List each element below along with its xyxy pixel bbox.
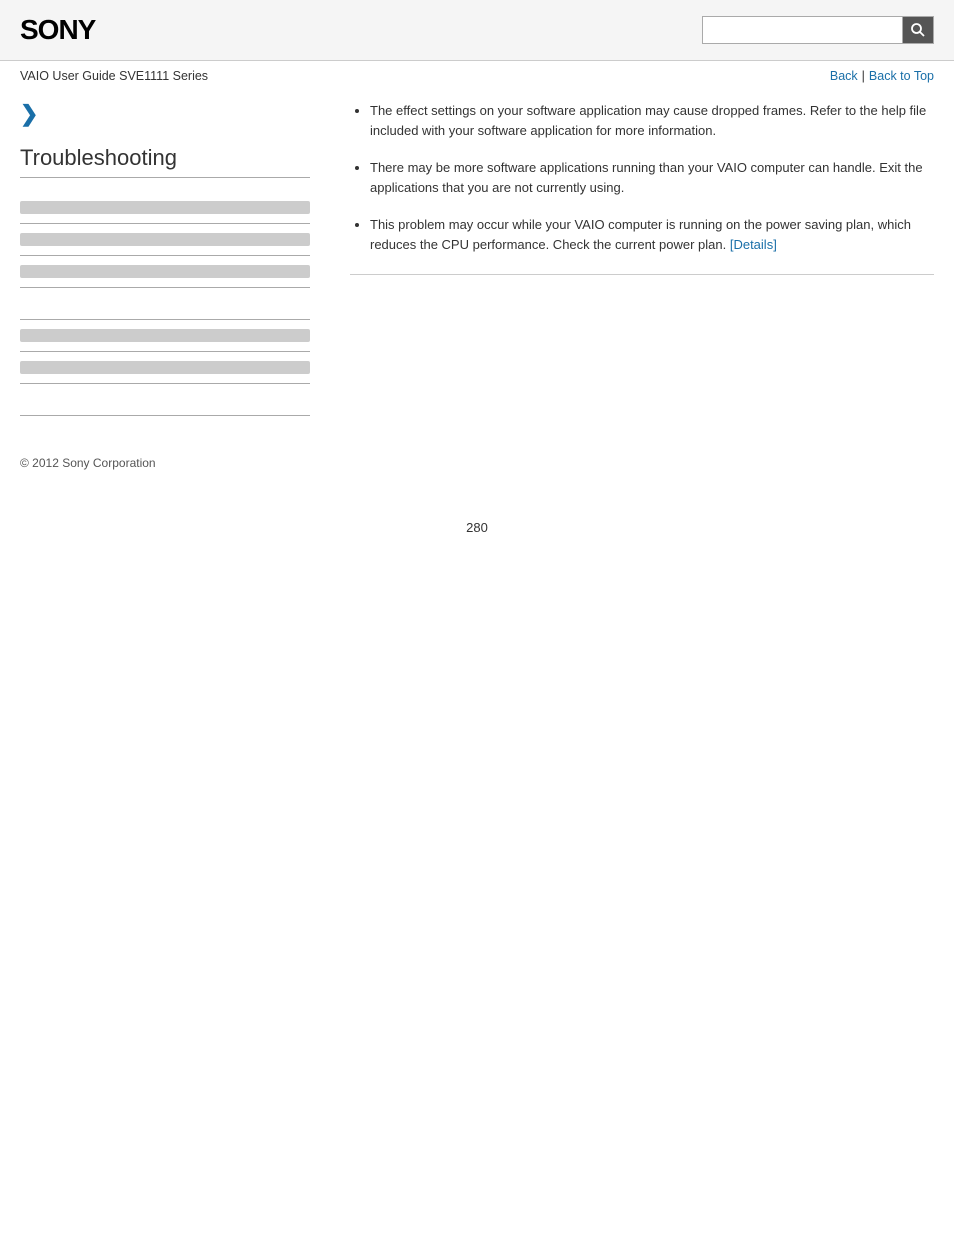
sidebar-link-placeholder [20,265,310,278]
nav-bar: VAIO User Guide SVE1111 Series Back | Ba… [0,61,954,91]
nav-right: Back | Back to Top [830,69,934,83]
details-link[interactable]: [Details] [730,237,777,252]
sony-logo: SONY [20,14,95,46]
list-item: The effect settings on your software app… [370,101,934,140]
header: SONY [0,0,954,61]
back-link[interactable]: Back [830,69,858,83]
content-divider [350,274,934,275]
search-input[interactable] [702,16,902,44]
list-item [20,384,310,416]
page-number: 280 [0,520,954,555]
chevron-icon: ❯ [20,101,310,127]
sidebar-title: Troubleshooting [20,145,310,178]
list-item: This problem may occur while your VAIO c… [370,215,934,254]
list-item: There may be more software applications … [370,158,934,197]
back-to-top-link[interactable]: Back to Top [869,69,934,83]
sidebar-links [20,192,310,416]
bullet-text-3: This problem may occur while your VAIO c… [370,217,911,252]
copyright: © 2012 Sony Corporation [20,456,156,470]
bullet-text-1: The effect settings on your software app… [370,103,926,138]
sidebar: ❯ Troubleshooting [20,101,330,416]
search-icon [910,22,926,38]
content-list: The effect settings on your software app… [350,101,934,254]
breadcrumb: VAIO User Guide SVE1111 Series [20,69,208,83]
search-button[interactable] [902,16,934,44]
sidebar-link-placeholder [20,201,310,214]
list-item [20,256,310,288]
bullet-text-2: There may be more software applications … [370,160,923,195]
content-area: The effect settings on your software app… [330,101,934,416]
sidebar-link-placeholder [20,361,310,374]
list-item [20,352,310,384]
footer: © 2012 Sony Corporation [0,436,954,480]
sidebar-link-placeholder [20,233,310,246]
main-content: ❯ Troubleshooting [0,91,954,436]
nav-separator: | [862,69,865,83]
sidebar-link-placeholder [20,329,310,342]
search-area [702,16,934,44]
list-item [20,288,310,320]
list-item [20,320,310,352]
list-item [20,192,310,224]
list-item [20,224,310,256]
